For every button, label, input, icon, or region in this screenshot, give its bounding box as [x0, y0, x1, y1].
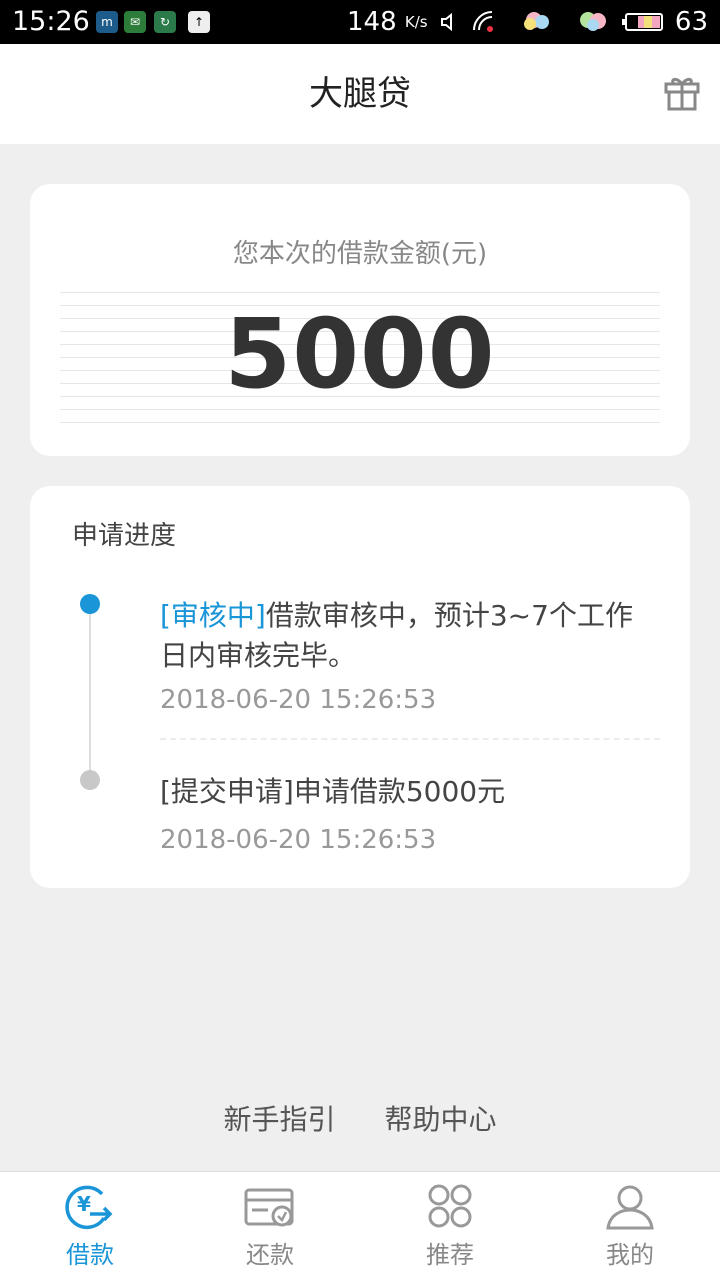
sync-app-icon: ↻ [154, 11, 176, 33]
nav-label: 推荐 [426, 1241, 474, 1269]
beginner-guide-link[interactable]: 新手指引 [224, 1103, 336, 1136]
nav-label: 我的 [606, 1241, 654, 1269]
nav-tab-loan[interactable]: ¥ 借款 [0, 1172, 180, 1280]
gift-icon[interactable] [664, 74, 700, 112]
speed-value: 148 [347, 7, 397, 37]
wifi-icon [473, 11, 493, 32]
svg-text:¥: ¥ [77, 1192, 91, 1216]
step-status-tag: [提交申请] [160, 775, 294, 808]
signal-balloon-icon [524, 12, 549, 30]
step-divider [160, 738, 660, 740]
timeline-dot-done [80, 770, 100, 790]
timeline-dot-active [80, 594, 100, 614]
progress-step-reviewing: [审核中]借款审核中，预计3~7个工作日内审核完毕。 [160, 596, 660, 676]
step-timestamp: 2018-06-20 15:26:53 [160, 825, 437, 855]
upload-icon: ↑ [188, 11, 210, 33]
page-title: 大腿贷 [309, 74, 411, 114]
help-center-link[interactable]: 帮助中心 [384, 1103, 496, 1136]
balloon-icon [580, 12, 606, 31]
wechat-icon: ✉ [124, 11, 146, 33]
status-time: 15:26 [12, 6, 90, 37]
nav-label: 还款 [246, 1241, 294, 1269]
application-progress-card: 申请进度 [审核中]借款审核中，预计3~7个工作日内审核完毕。 2018-06-… [30, 486, 690, 888]
loan-amount-card: 您本次的借款金额(元) 5000 [30, 184, 690, 456]
nav-tab-repay[interactable]: 还款 [180, 1172, 360, 1280]
nav-tab-profile[interactable]: 我的 [540, 1172, 720, 1280]
progress-title: 申请进度 [72, 521, 177, 551]
volume-icon [441, 12, 452, 32]
loan-amount-label: 您本次的借款金额(元) [232, 239, 488, 269]
title-bar: 大腿贷 [0, 44, 720, 144]
nav-label: 借款 [66, 1241, 114, 1269]
nav-tab-recommend[interactable]: 推荐 [360, 1172, 540, 1280]
timeline-line [89, 602, 91, 778]
repay-icon [244, 1188, 294, 1227]
speed-unit: K/s [404, 13, 428, 31]
step-description: 申请借款5000元 [293, 775, 506, 808]
bottom-navigation: ¥ 借款 还款 推荐 我的 [0, 1171, 720, 1280]
loan-icon: ¥ [65, 1185, 113, 1230]
m-app-icon: m [96, 11, 118, 33]
recommend-icon [428, 1184, 472, 1228]
battery-icon [622, 13, 663, 31]
step-status-tag: [审核中] [160, 599, 266, 632]
loan-amount-value: 5000 [224, 298, 496, 410]
help-links: 新手指引 帮助中心 [0, 1102, 720, 1138]
network-speed: 148 K/s [347, 6, 428, 38]
battery-level: 63 [674, 7, 708, 37]
progress-step-submitted: [提交申请]申请借款5000元 [160, 772, 660, 812]
status-bar: 15:26 m ✉ ↻ ↑ 148 K/s 63 [0, 0, 720, 44]
profile-icon [606, 1185, 654, 1230]
step-timestamp: 2018-06-20 15:26:53 [160, 685, 437, 715]
